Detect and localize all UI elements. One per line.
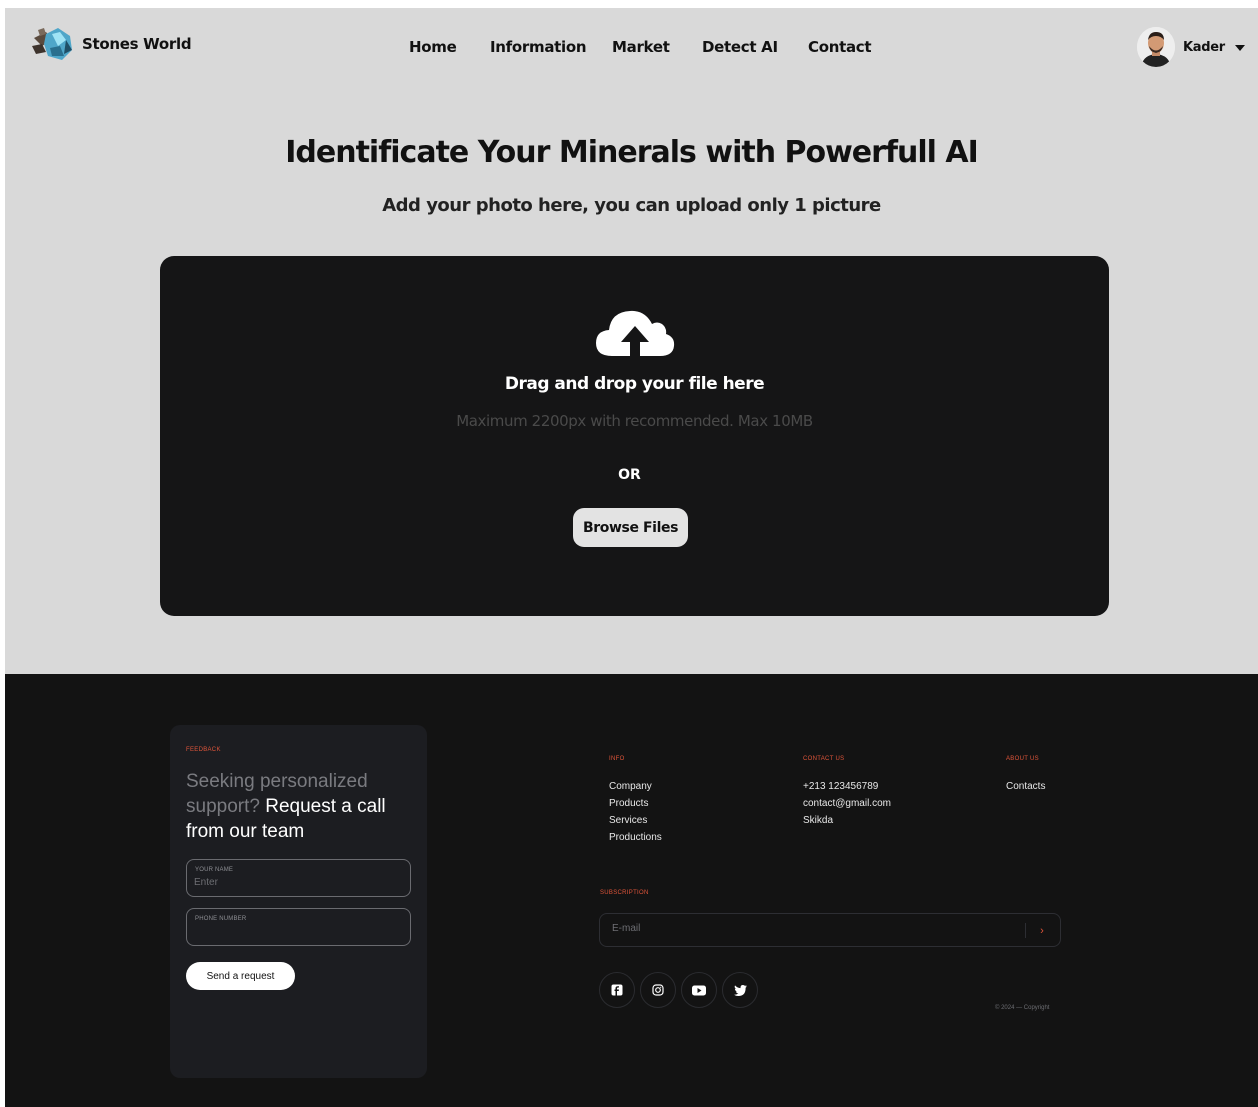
phone-field[interactable]: PHONE NUMBER [186, 908, 411, 946]
footer: FEEDBACK Seeking personalized support? R… [5, 674, 1258, 1107]
info-link-productions[interactable]: Productions [609, 829, 662, 846]
nav-item-home[interactable]: Home [409, 38, 457, 56]
hero-section: Stones World Home Information Market Det… [5, 8, 1258, 674]
social-links [599, 972, 758, 1008]
instagram-icon[interactable] [640, 972, 676, 1008]
twitter-icon[interactable] [722, 972, 758, 1008]
dropzone-or: OR [618, 467, 641, 483]
about-link-contacts[interactable]: Contacts [1006, 778, 1045, 795]
nav-item-information[interactable]: Information [490, 38, 587, 56]
nav-item-contact[interactable]: Contact [808, 38, 872, 56]
subscription-field[interactable]: › [599, 913, 1061, 947]
contact-phone[interactable]: +213 123456789 [803, 778, 891, 795]
contact-title: CONTACT US [803, 756, 845, 762]
file-dropzone[interactable]: Drag and drop your file here Maximum 220… [160, 256, 1109, 616]
info-list: Company Products Services Productions [609, 778, 662, 846]
caret-down-icon [1234, 45, 1245, 51]
page-subtitle: Add your photo here, you can upload only… [382, 195, 881, 216]
page-title: Identificate Your Minerals with Powerful… [285, 135, 979, 170]
user-menu[interactable]: Kader [1137, 26, 1245, 68]
youtube-icon[interactable] [681, 972, 717, 1008]
dropzone-hint: Maximum 2200px with recommended. Max 10M… [456, 412, 813, 430]
chevron-right-icon[interactable]: › [1032, 921, 1052, 941]
contact-email[interactable]: contact@gmail.com [803, 795, 891, 812]
name-field[interactable]: YOUR NAME [186, 859, 411, 897]
nav-item-market[interactable]: Market [612, 38, 670, 56]
feedback-heading: Seeking personalized support? Request a … [186, 769, 416, 844]
info-title: INFO [609, 756, 625, 762]
divider [1025, 923, 1026, 938]
cloud-upload-icon [594, 306, 676, 358]
nav-item-detect-ai[interactable]: Detect AI [702, 38, 778, 56]
info-link-products[interactable]: Products [609, 795, 662, 812]
feedback-card: FEEDBACK Seeking personalized support? R… [170, 725, 427, 1078]
subscription-title: SUBSCRIPTION [600, 890, 649, 896]
phone-input[interactable] [194, 926, 394, 937]
info-link-company[interactable]: Company [609, 778, 662, 795]
feedback-tag: FEEDBACK [186, 747, 221, 753]
about-list: Contacts [1006, 778, 1045, 795]
name-input[interactable] [194, 877, 394, 888]
browse-files-button[interactable]: Browse Files [573, 508, 688, 547]
facebook-icon[interactable] [599, 972, 635, 1008]
name-field-label: YOUR NAME [195, 867, 234, 873]
page: Stones World Home Information Market Det… [5, 8, 1258, 1107]
send-request-button[interactable]: Send a request [186, 962, 295, 990]
main-nav: Home Information Market Detect AI Contac… [5, 38, 1258, 60]
about-title: ABOUT US [1006, 756, 1039, 762]
avatar [1137, 27, 1175, 67]
contact-list: +213 123456789 contact@gmail.com Skikda [803, 778, 891, 829]
email-input[interactable] [612, 923, 1012, 934]
contact-location: Skikda [803, 815, 834, 826]
user-name: Kader [1183, 39, 1225, 55]
info-link-services[interactable]: Services [609, 812, 662, 829]
copyright: © 2024 — Copyright [995, 1005, 1050, 1011]
dropzone-title: Drag and drop your file here [504, 374, 765, 394]
phone-field-label: PHONE NUMBER [195, 916, 247, 922]
